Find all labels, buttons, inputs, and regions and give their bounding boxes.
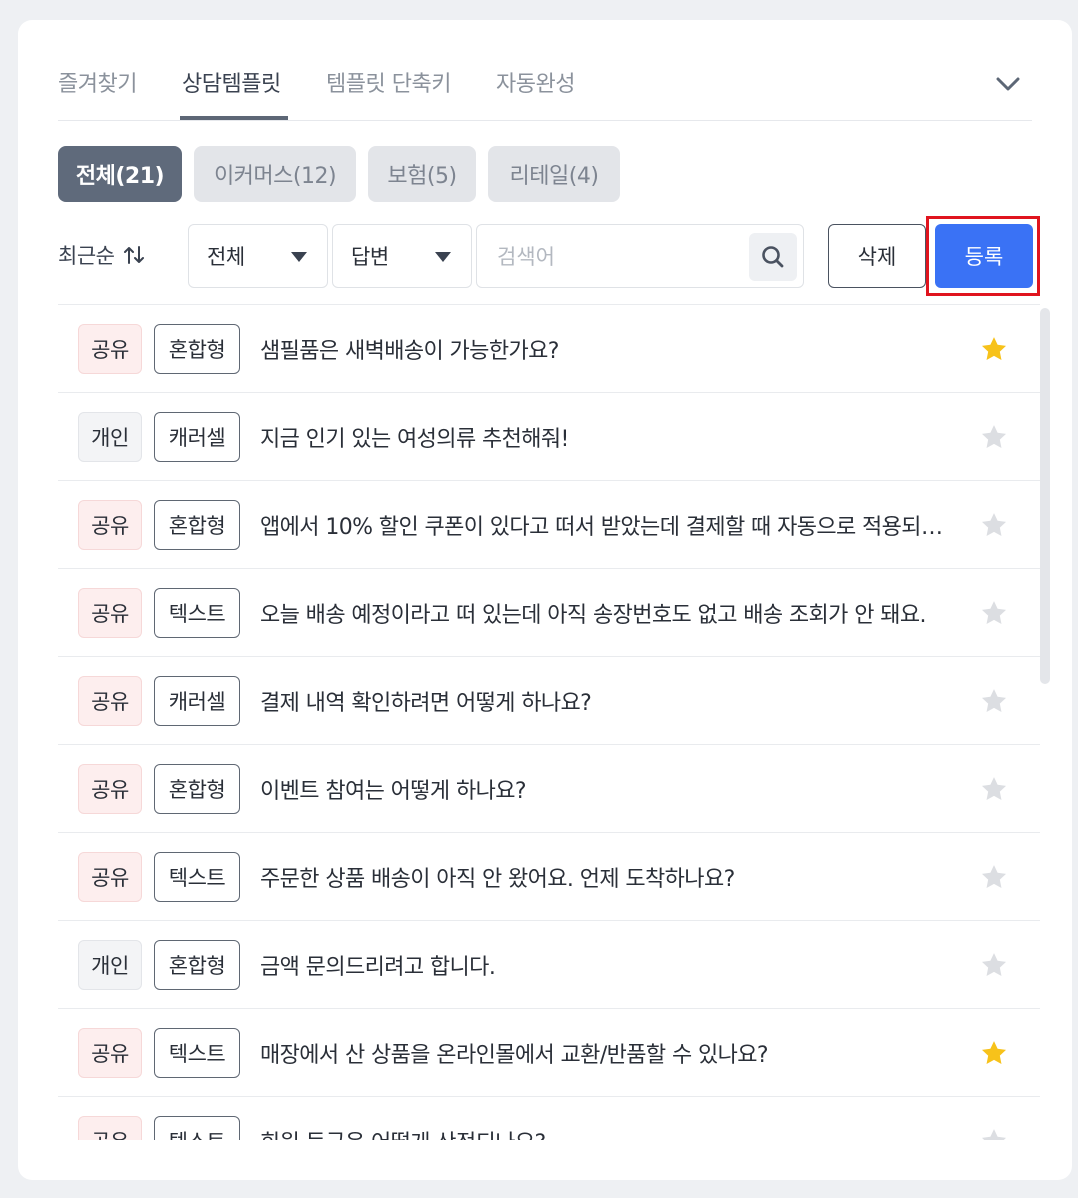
star-icon[interactable] <box>980 863 1008 891</box>
type-select-value: 답변 <box>351 245 389 269</box>
search-input[interactable] <box>497 239 737 275</box>
chip-ecommerce[interactable]: 이커머스(12) <box>194 146 356 202</box>
template-row[interactable]: 공유 텍스트 매장에서 산 상품을 온라인몰에서 교환/반품할 수 있나요? <box>58 1009 1040 1097</box>
scope-badge: 개인 <box>78 411 142 462</box>
type-badge: 텍스트 <box>154 1027 240 1078</box>
template-row[interactable]: 개인 캐러셀 지금 인기 있는 여성의류 추천해줘! <box>58 393 1040 481</box>
scope-select[interactable]: 전체 <box>188 224 328 288</box>
template-row[interactable]: 공유 텍스트 회원 등급은 어떻게 산정되나요? <box>58 1097 1040 1140</box>
type-badge: 텍스트 <box>154 851 240 902</box>
scope-select-value: 전체 <box>207 245 245 269</box>
star-icon[interactable] <box>980 687 1008 715</box>
sort-label: 최근순 <box>58 244 115 268</box>
type-badge: 혼합형 <box>154 763 240 814</box>
template-title: 결제 내역 확인하려면 어떻게 하나요? <box>260 690 592 716</box>
chip-all[interactable]: 전체(21) <box>58 146 182 202</box>
delete-button[interactable]: 삭제 <box>828 224 926 288</box>
sort-arrows-icon <box>124 246 145 264</box>
template-row[interactable]: 공유 혼합형 앱에서 10% 할인 쿠폰이 있다고 떠서 받았는데 결제할 때 자동… <box>58 481 1040 569</box>
template-row[interactable]: 공유 혼합형 샘필품은 새벽배송이 가능한가요? <box>58 305 1040 393</box>
search-box <box>476 224 804 288</box>
template-title: 매장에서 산 상품을 온라인몰에서 교환/반품할 수 있나요? <box>260 1042 769 1068</box>
caret-down-icon <box>435 252 451 262</box>
scope-badge: 공유 <box>78 1115 142 1140</box>
register-button[interactable]: 등록 <box>935 224 1033 288</box>
type-select[interactable]: 답변 <box>332 224 472 288</box>
list-scrollbar[interactable] <box>1040 308 1050 684</box>
tab-bar: 즐겨찾기 상담템플릿 템플릿 단축키 자동완성 <box>58 20 1032 121</box>
star-icon[interactable] <box>980 335 1008 363</box>
search-icon <box>762 246 784 268</box>
type-badge: 텍스트 <box>154 587 240 638</box>
template-title: 샘필품은 새벽배송이 가능한가요? <box>260 338 559 364</box>
scope-badge: 개인 <box>78 939 142 990</box>
template-row[interactable]: 개인 혼합형 금액 문의드리려고 합니다. <box>58 921 1040 1009</box>
template-row[interactable]: 공유 캐러셀 결제 내역 확인하려면 어떻게 하나요? <box>58 657 1040 745</box>
star-icon[interactable] <box>980 1039 1008 1067</box>
type-badge: 혼합형 <box>154 939 240 990</box>
scope-badge: 공유 <box>78 1027 142 1078</box>
template-title: 회원 등급은 어떻게 산정되나요? <box>260 1125 956 1141</box>
template-title: 오늘 배송 예정이라고 떠 있는데 아직 송장번호도 없고 배송 조회가 안 돼… <box>260 602 927 628</box>
chip-insurance[interactable]: 보험(5) <box>368 146 476 202</box>
template-panel: 즐겨찾기 상담템플릿 템플릿 단축키 자동완성 전체(21) 이커머스(12) … <box>18 20 1072 1180</box>
type-badge: 혼합형 <box>154 323 240 374</box>
scope-badge: 공유 <box>78 499 142 550</box>
chevron-down-icon[interactable] <box>994 70 1022 98</box>
search-button[interactable] <box>749 233 797 281</box>
scope-badge: 공유 <box>78 323 142 374</box>
star-icon[interactable] <box>980 951 1008 979</box>
tab-autocomplete[interactable]: 자동완성 <box>496 66 575 98</box>
template-list: 공유 혼합형 샘필품은 새벽배송이 가능한가요? 개인 캐러셀 지금 인기 있는 여성의류… <box>58 304 1040 1140</box>
star-icon[interactable] <box>980 1127 1008 1140</box>
template-row[interactable]: 공유 텍스트 주문한 상품 배송이 아직 안 왔어요. 언제 도착하나요? <box>58 833 1040 921</box>
star-icon[interactable] <box>980 775 1008 803</box>
type-badge: 혼합형 <box>154 499 240 550</box>
template-title: 지금 인기 있는 여성의류 추천해줘! <box>260 426 569 452</box>
scope-badge: 공유 <box>78 763 142 814</box>
scope-badge: 공유 <box>78 587 142 638</box>
type-badge: 캐러셀 <box>154 411 240 462</box>
template-row[interactable]: 공유 텍스트 오늘 배송 예정이라고 떠 있는데 아직 송장번호도 없고 배송 조회… <box>58 569 1040 657</box>
template-title: 금액 문의드리려고 합니다. <box>260 954 496 980</box>
star-icon[interactable] <box>980 423 1008 451</box>
active-tab-indicator <box>180 116 288 120</box>
template-title: 주문한 상품 배송이 아직 안 왔어요. 언제 도착하나요? <box>260 866 735 892</box>
template-row[interactable]: 공유 혼합형 이벤트 참여는 어떻게 하나요? <box>58 745 1040 833</box>
template-title: 앱에서 10% 할인 쿠폰이 있다고 떠서 받았는데 결제할 때 자동으로 적용… <box>260 514 956 540</box>
star-icon[interactable] <box>980 599 1008 627</box>
scope-badge: 공유 <box>78 851 142 902</box>
tab-consult-templates[interactable]: 상담템플릿 <box>182 66 281 98</box>
tab-favorites[interactable]: 즐겨찾기 <box>58 66 137 98</box>
type-badge: 텍스트 <box>154 1115 240 1140</box>
scope-badge: 공유 <box>78 675 142 726</box>
tab-template-shortcuts[interactable]: 템플릿 단축키 <box>326 66 451 98</box>
template-title: 이벤트 참여는 어떻게 하나요? <box>260 778 527 804</box>
star-icon[interactable] <box>980 511 1008 539</box>
chip-retail[interactable]: 리테일(4) <box>488 146 620 202</box>
caret-down-icon <box>291 252 307 262</box>
sort-control[interactable]: 최근순 <box>58 240 146 270</box>
type-badge: 캐러셀 <box>154 675 240 726</box>
